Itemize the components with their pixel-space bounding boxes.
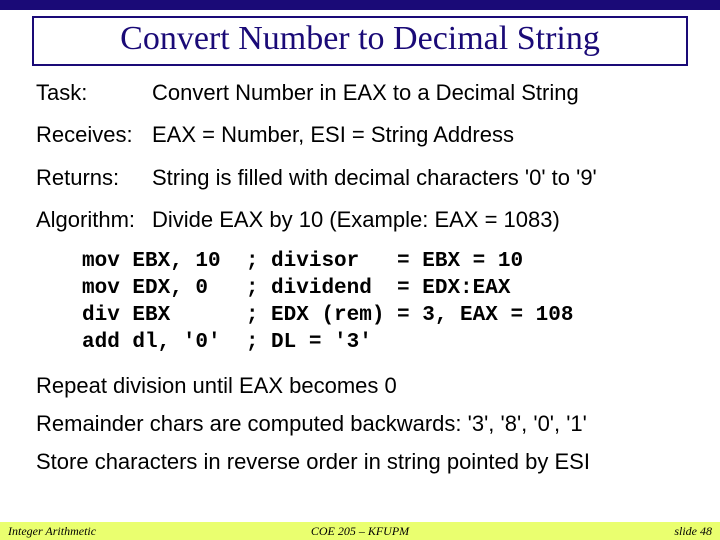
slide-title: Convert Number to Decimal String <box>40 20 680 58</box>
slide: Convert Number to Decimal String Task: C… <box>0 0 720 540</box>
row-task: Task: Convert Number in EAX to a Decimal… <box>36 80 688 105</box>
row-returns: Returns: String is filled with decimal c… <box>36 165 688 190</box>
code-block: mov EBX, 10 ; divisor = EBX = 10 mov EDX… <box>82 249 688 357</box>
title-box: Convert Number to Decimal String <box>32 16 688 66</box>
label-returns: Returns: <box>36 165 152 190</box>
footer-left: Integer Arithmetic <box>8 524 96 539</box>
slide-body: Task: Convert Number in EAX to a Decimal… <box>36 80 688 475</box>
text-returns: String is filled with decimal characters… <box>152 165 688 190</box>
footer-center: COE 205 – KFUPM <box>0 524 720 539</box>
para-remainder: Remainder chars are computed backwards: … <box>36 411 688 436</box>
para-store: Store characters in reverse order in str… <box>36 449 688 474</box>
text-receives: EAX = Number, ESI = String Address <box>152 122 688 147</box>
label-algorithm: Algorithm: <box>36 207 152 232</box>
label-receives: Receives: <box>36 122 152 147</box>
label-task: Task: <box>36 80 152 105</box>
text-task: Convert Number in EAX to a Decimal Strin… <box>152 80 688 105</box>
footer: Integer Arithmetic COE 205 – KFUPM slide… <box>0 522 720 540</box>
row-algorithm: Algorithm: Divide EAX by 10 (Example: EA… <box>36 207 688 232</box>
para-repeat: Repeat division until EAX becomes 0 <box>36 373 688 398</box>
row-receives: Receives: EAX = Number, ESI = String Add… <box>36 122 688 147</box>
footer-right: slide 48 <box>674 524 712 539</box>
text-algorithm: Divide EAX by 10 (Example: EAX = 1083) <box>152 207 688 232</box>
